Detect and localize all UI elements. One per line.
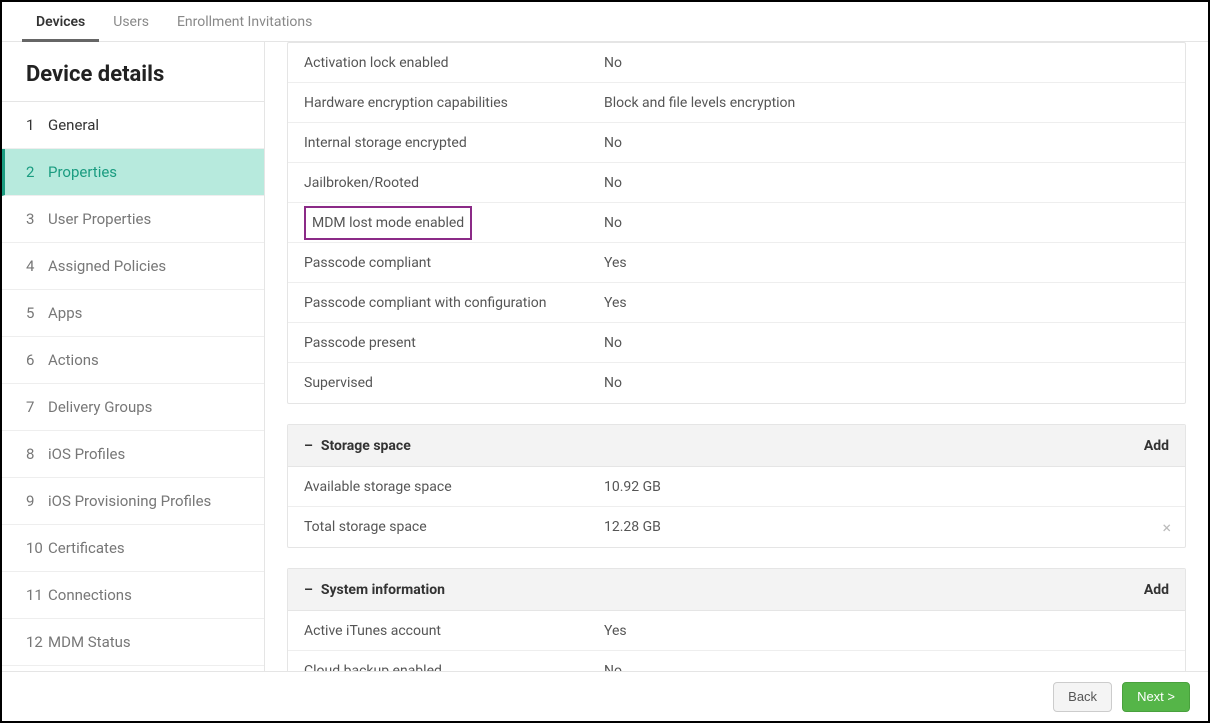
prop-value: No [604, 335, 622, 351]
sidebar-item-general[interactable]: 1 General [2, 102, 264, 149]
prop-label: Cloud backup enabled [304, 663, 604, 671]
sidebar-item-label: Certificates [48, 539, 125, 557]
prop-label: Supervised [304, 375, 604, 391]
sidebar-item-certificates[interactable]: 10 Certificates [2, 525, 264, 572]
prop-value: Yes [604, 295, 627, 311]
prop-label: Available storage space [304, 479, 604, 495]
sidebar-item-ios-profiles[interactable]: 8 iOS Profiles [2, 431, 264, 478]
prop-label: Activation lock enabled [304, 55, 604, 71]
prop-label: Internal storage encrypted [304, 135, 604, 151]
tab-devices[interactable]: Devices [22, 2, 99, 42]
collapse-icon[interactable]: – [304, 438, 313, 454]
sidebar-item-num: 10 [26, 539, 48, 557]
table-row[interactable]: Passcode present No [288, 323, 1185, 363]
section-header: – Storage space Add [288, 425, 1185, 467]
table-row[interactable]: Hardware encryption capabilities Block a… [288, 83, 1185, 123]
sidebar-item-num: 3 [26, 210, 48, 228]
table-row[interactable]: Available storage space 10.92 GB [288, 467, 1185, 507]
section-storage-space: – Storage space Add Available storage sp… [287, 424, 1186, 548]
main-content[interactable]: Activation lock enabled No Hardware encr… [265, 42, 1208, 671]
prop-value: No [604, 215, 622, 231]
collapse-icon[interactable]: – [304, 582, 313, 598]
prop-value: 12.28 GB [604, 519, 661, 535]
sidebar-item-num: 8 [26, 445, 48, 463]
table-row[interactable]: Jailbroken/Rooted No [288, 163, 1185, 203]
add-button[interactable]: Add [1144, 438, 1169, 454]
tab-enrollment-invitations[interactable]: Enrollment Invitations [163, 2, 326, 42]
prop-value: Yes [604, 623, 627, 639]
sidebar-item-num: 12 [26, 633, 48, 651]
prop-value: Block and file levels encryption [604, 95, 795, 111]
sidebar-item-label: Actions [48, 351, 99, 369]
sidebar-item-label: Properties [48, 163, 117, 181]
prop-label: Passcode compliant [304, 255, 604, 271]
sidebar-item-label: iOS Provisioning Profiles [48, 492, 211, 510]
sidebar-item-label: Delivery Groups [48, 398, 152, 416]
sidebar-item-label: iOS Profiles [48, 445, 125, 463]
section-title: Storage space [321, 438, 411, 454]
sidebar-item-label: General [48, 116, 99, 134]
table-row[interactable]: Passcode compliant Yes [288, 243, 1185, 283]
sidebar-item-label: User Properties [48, 210, 151, 228]
prop-value: No [604, 663, 622, 671]
prop-label: Total storage space [304, 519, 604, 535]
sidebar-item-mdm-status[interactable]: 12 MDM Status [2, 619, 264, 666]
sidebar-item-properties[interactable]: 2 Properties [2, 149, 264, 196]
sidebar-item-assigned-policies[interactable]: 4 Assigned Policies [2, 243, 264, 290]
next-button[interactable]: Next > [1122, 682, 1190, 712]
sidebar-item-num: 11 [26, 586, 48, 604]
footer: Back Next > [2, 671, 1208, 721]
sidebar-title: Device details [2, 42, 264, 102]
sidebar: Device details 1 General 2 Properties 3 … [2, 42, 265, 671]
prop-value: No [604, 135, 622, 151]
section-title: System information [321, 582, 445, 598]
top-tabs: Devices Users Enrollment Invitations [2, 2, 1208, 42]
sidebar-item-label: Apps [48, 304, 82, 322]
sidebar-item-num: 6 [26, 351, 48, 369]
sidebar-item-num: 7 [26, 398, 48, 416]
prop-label: Active iTunes account [304, 623, 604, 639]
table-row[interactable]: Total storage space 12.28 GB × [288, 507, 1185, 547]
table-row[interactable]: Internal storage encrypted No [288, 123, 1185, 163]
section-header: – System information Add [288, 569, 1185, 611]
highlighted-label: MDM lost mode enabled [304, 206, 472, 240]
prop-value: No [604, 175, 622, 191]
add-button[interactable]: Add [1144, 582, 1169, 598]
table-row[interactable]: Active iTunes account Yes [288, 611, 1185, 651]
table-row[interactable]: Cloud backup enabled No [288, 651, 1185, 671]
prop-label: MDM lost mode enabled [304, 206, 604, 240]
table-row[interactable]: Passcode compliant with configuration Ye… [288, 283, 1185, 323]
back-button[interactable]: Back [1053, 682, 1112, 712]
layout: Device details 1 General 2 Properties 3 … [2, 42, 1208, 671]
prop-label: Jailbroken/Rooted [304, 175, 604, 191]
sidebar-item-num: 4 [26, 257, 48, 275]
prop-label: Passcode compliant with configuration [304, 295, 604, 311]
sidebar-item-connections[interactable]: 11 Connections [2, 572, 264, 619]
prop-label: Passcode present [304, 335, 604, 351]
table-row[interactable]: MDM lost mode enabled No [288, 203, 1185, 243]
prop-label: Hardware encryption capabilities [304, 95, 604, 111]
prop-value: No [604, 55, 622, 71]
sidebar-item-user-properties[interactable]: 3 User Properties [2, 196, 264, 243]
sidebar-item-delivery-groups[interactable]: 7 Delivery Groups [2, 384, 264, 431]
sidebar-item-ios-provisioning-profiles[interactable]: 9 iOS Provisioning Profiles [2, 478, 264, 525]
sidebar-item-num: 1 [26, 116, 48, 134]
sidebar-item-apps[interactable]: 5 Apps [2, 290, 264, 337]
properties-table: Activation lock enabled No Hardware encr… [287, 42, 1186, 404]
prop-value: No [604, 375, 622, 391]
table-row[interactable]: Activation lock enabled No [288, 43, 1185, 83]
sidebar-item-num: 2 [26, 163, 48, 181]
section-system-information: – System information Add Active iTunes a… [287, 568, 1186, 671]
sidebar-item-label: Connections [48, 586, 132, 604]
close-icon[interactable]: × [1162, 518, 1171, 537]
prop-value: 10.92 GB [604, 479, 661, 495]
tab-users[interactable]: Users [99, 2, 163, 42]
table-row[interactable]: Supervised No [288, 363, 1185, 403]
sidebar-item-actions[interactable]: 6 Actions [2, 337, 264, 384]
sidebar-item-label: MDM Status [48, 633, 131, 651]
sidebar-item-num: 9 [26, 492, 48, 510]
sidebar-item-label: Assigned Policies [48, 257, 166, 275]
sidebar-item-num: 5 [26, 304, 48, 322]
prop-value: Yes [604, 255, 627, 271]
